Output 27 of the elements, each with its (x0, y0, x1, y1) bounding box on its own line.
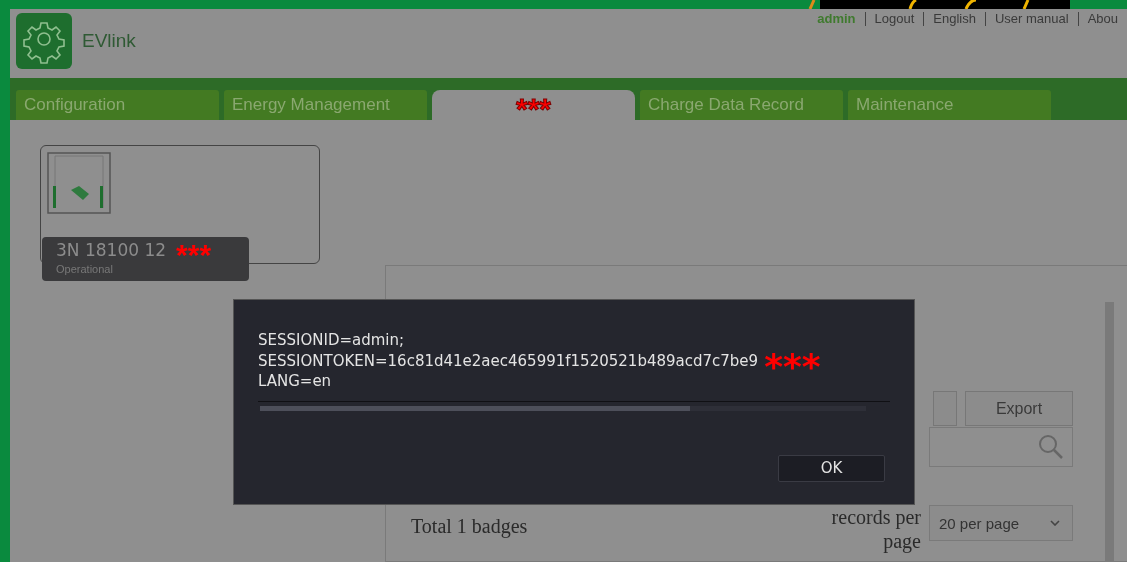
total-count: Total 1 badges (411, 515, 528, 538)
chevron-down-icon (1050, 520, 1060, 526)
app-title: EVlink (82, 30, 136, 52)
header-link[interactable]: Abou (1077, 12, 1127, 26)
toolbar-button[interactable] (933, 391, 957, 426)
station-name: 3N 18100 12 (56, 240, 167, 260)
dialog-text: SESSIONID=admin; (258, 330, 405, 351)
records-label: records per page (830, 505, 921, 553)
redaction-mark: *** (764, 348, 821, 385)
ok-button[interactable]: OK (778, 454, 885, 482)
search-icon (1038, 434, 1064, 460)
search-field[interactable] (929, 427, 1073, 467)
export-button[interactable]: Export (965, 391, 1073, 426)
charging-station-icon (47, 152, 111, 214)
tab[interactable]: Maintenance (848, 90, 1051, 120)
header-link[interactable]: English (923, 12, 985, 26)
dialog-text: SESSIONTOKEN=16c81d41e2aec465991f1520521b489acd7c7be9 (258, 350, 759, 371)
redaction-mark: *** (176, 240, 212, 270)
tab[interactable]: Charge Data Record (640, 90, 843, 120)
header-link[interactable]: Logout (864, 12, 924, 26)
header-link[interactable]: User manual (984, 12, 1078, 26)
station-status: Operational (56, 263, 114, 275)
dialog-text: LANG=en (258, 371, 332, 392)
tab[interactable]: Configuration (16, 90, 219, 120)
tab[interactable]: Energy Management (224, 90, 427, 120)
page-size-select[interactable]: 20 per page (929, 505, 1073, 541)
gear-icon[interactable] (16, 13, 72, 69)
